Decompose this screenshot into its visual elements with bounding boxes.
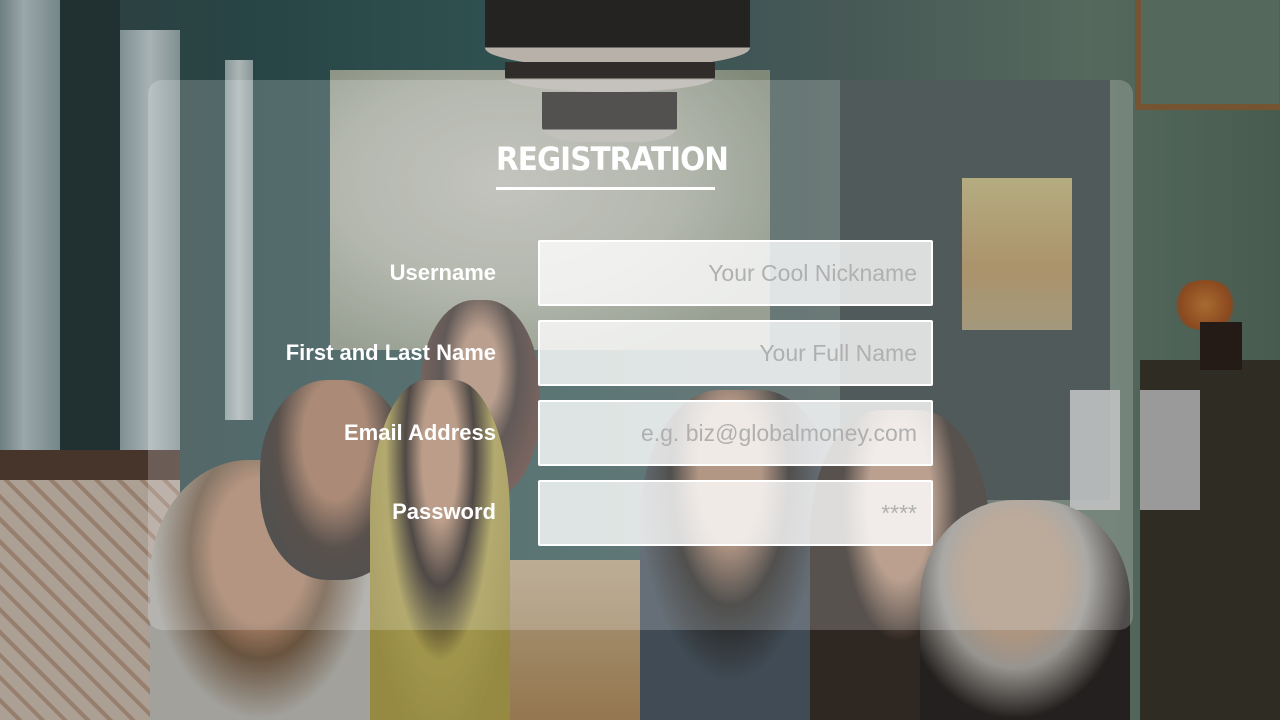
username-input[interactable] — [538, 240, 933, 306]
title-underline — [496, 187, 715, 190]
username-label: Username — [389, 260, 496, 285]
page-title: REGISTRATION — [496, 140, 729, 178]
full-name-label: First and Last Name — [285, 340, 496, 365]
email-input[interactable] — [538, 400, 933, 466]
password-label: Password — [392, 499, 496, 524]
email-label: Email Address — [343, 420, 496, 445]
password-input[interactable] — [538, 480, 933, 546]
full-name-input[interactable] — [538, 320, 933, 386]
